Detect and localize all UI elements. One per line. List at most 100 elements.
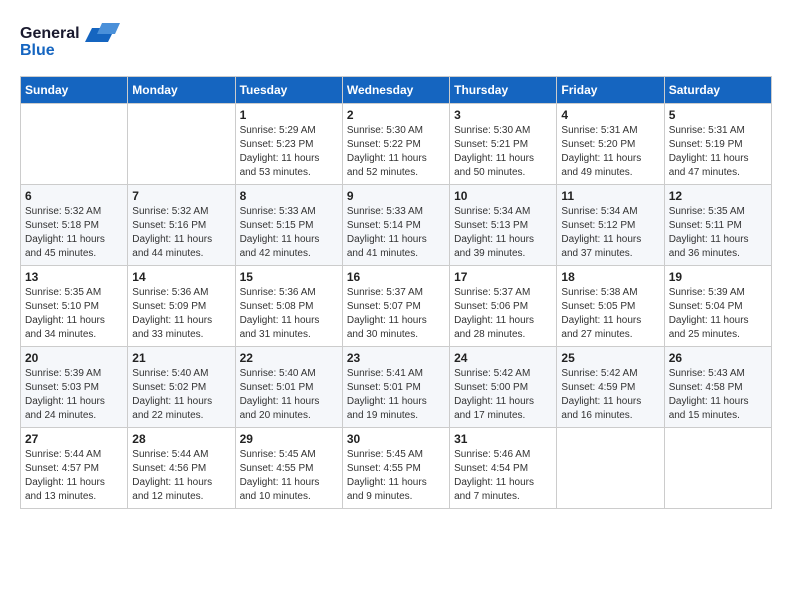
calendar-cell: 20 Sunrise: 5:39 AMSunset: 5:03 PMDayligh…	[21, 347, 128, 428]
calendar-cell: 13 Sunrise: 5:35 AMSunset: 5:10 PMDayligh…	[21, 266, 128, 347]
calendar-cell: 2 Sunrise: 5:30 AMSunset: 5:22 PMDaylight…	[342, 104, 449, 185]
day-info: Sunrise: 5:45 AMSunset: 4:55 PMDaylight:…	[347, 448, 445, 504]
calendar-table: SundayMondayTuesdayWednesdayThursdayFrid…	[20, 76, 772, 509]
day-info: Sunrise: 5:40 AMSunset: 5:02 PMDaylight:…	[132, 367, 230, 423]
calendar-cell	[557, 428, 664, 509]
calendar-cell: 16 Sunrise: 5:37 AMSunset: 5:07 PMDayligh…	[342, 266, 449, 347]
weekday-header-friday: Friday	[557, 77, 664, 104]
day-number: 19	[669, 270, 767, 284]
calendar-cell: 25Sunrise: 5:42 AMSunset: 4:59 PMDayligh…	[557, 347, 664, 428]
day-info: Sunrise: 5:34 AMSunset: 5:12 PMDaylight:…	[561, 205, 659, 261]
weekday-header-monday: Monday	[128, 77, 235, 104]
calendar-cell: 1 Sunrise: 5:29 AMSunset: 5:23 PMDaylight…	[235, 104, 342, 185]
day-number: 29	[240, 432, 338, 446]
calendar-cell: 17 Sunrise: 5:37 AMSunset: 5:06 PMDayligh…	[450, 266, 557, 347]
day-number: 4	[561, 108, 659, 122]
day-info: Sunrise: 5:42 AMSunset: 5:00 PMDaylight:…	[454, 367, 552, 423]
day-number: 24	[454, 351, 552, 365]
day-number: 25	[561, 351, 659, 365]
calendar-cell: 31Sunrise: 5:46 AMSunset: 4:54 PMDayligh…	[450, 428, 557, 509]
day-number: 15	[240, 270, 338, 284]
day-number: 6	[25, 189, 123, 203]
day-info: Sunrise: 5:41 AMSunset: 5:01 PMDaylight:…	[347, 367, 445, 423]
calendar-cell: 11 Sunrise: 5:34 AMSunset: 5:12 PMDayligh…	[557, 185, 664, 266]
weekday-header-tuesday: Tuesday	[235, 77, 342, 104]
day-number: 11	[561, 189, 659, 203]
weekday-header-wednesday: Wednesday	[342, 77, 449, 104]
calendar-cell: 27 Sunrise: 5:44 AMSunset: 4:57 PMDayligh…	[21, 428, 128, 509]
day-number: 16	[347, 270, 445, 284]
calendar-cell	[128, 104, 235, 185]
day-info: Sunrise: 5:40 AMSunset: 5:01 PMDaylight:…	[240, 367, 338, 423]
calendar-cell: 8Sunrise: 5:33 AMSunset: 5:15 PMDaylight…	[235, 185, 342, 266]
logo-svg: General Blue	[20, 20, 130, 60]
day-info: Sunrise: 5:30 AMSunset: 5:21 PMDaylight:…	[454, 124, 552, 180]
calendar-week-5: 27 Sunrise: 5:44 AMSunset: 4:57 PMDayligh…	[21, 428, 772, 509]
day-number: 20	[25, 351, 123, 365]
calendar-cell: 4 Sunrise: 5:31 AMSunset: 5:20 PMDaylight…	[557, 104, 664, 185]
day-info: Sunrise: 5:45 AMSunset: 4:55 PMDaylight:…	[240, 448, 338, 504]
calendar-cell: 6 Sunrise: 5:32 AMSunset: 5:18 PMDaylight…	[21, 185, 128, 266]
calendar-cell	[664, 428, 771, 509]
calendar-cell: 19 Sunrise: 5:39 AMSunset: 5:04 PMDayligh…	[664, 266, 771, 347]
day-info: Sunrise: 5:38 AMSunset: 5:05 PMDaylight:…	[561, 286, 659, 342]
weekday-header-thursday: Thursday	[450, 77, 557, 104]
day-info: Sunrise: 5:35 AMSunset: 5:11 PMDaylight:…	[669, 205, 767, 261]
svg-text:Blue: Blue	[20, 42, 55, 59]
weekday-header-row: SundayMondayTuesdayWednesdayThursdayFrid…	[21, 77, 772, 104]
calendar-week-3: 13 Sunrise: 5:35 AMSunset: 5:10 PMDayligh…	[21, 266, 772, 347]
day-info: Sunrise: 5:36 AMSunset: 5:08 PMDaylight:…	[240, 286, 338, 342]
calendar-cell: 21Sunrise: 5:40 AMSunset: 5:02 PMDayligh…	[128, 347, 235, 428]
day-info: Sunrise: 5:43 AMSunset: 4:58 PMDaylight:…	[669, 367, 767, 423]
day-info: Sunrise: 5:34 AMSunset: 5:13 PMDaylight:…	[454, 205, 552, 261]
day-info: Sunrise: 5:31 AMSunset: 5:20 PMDaylight:…	[561, 124, 659, 180]
calendar-cell: 30Sunrise: 5:45 AMSunset: 4:55 PMDayligh…	[342, 428, 449, 509]
day-info: Sunrise: 5:36 AMSunset: 5:09 PMDaylight:…	[132, 286, 230, 342]
svg-text:General: General	[20, 25, 80, 42]
day-info: Sunrise: 5:31 AMSunset: 5:19 PMDaylight:…	[669, 124, 767, 180]
day-info: Sunrise: 5:35 AMSunset: 5:10 PMDaylight:…	[25, 286, 123, 342]
day-number: 23	[347, 351, 445, 365]
calendar-cell: 23 Sunrise: 5:41 AMSunset: 5:01 PMDayligh…	[342, 347, 449, 428]
day-info: Sunrise: 5:37 AMSunset: 5:06 PMDaylight:…	[454, 286, 552, 342]
day-number: 13	[25, 270, 123, 284]
day-info: Sunrise: 5:44 AMSunset: 4:56 PMDaylight:…	[132, 448, 230, 504]
calendar-cell: 7Sunrise: 5:32 AMSunset: 5:16 PMDaylight…	[128, 185, 235, 266]
calendar-cell: 22 Sunrise: 5:40 AMSunset: 5:01 PMDayligh…	[235, 347, 342, 428]
day-info: Sunrise: 5:37 AMSunset: 5:07 PMDaylight:…	[347, 286, 445, 342]
day-number: 17	[454, 270, 552, 284]
day-number: 22	[240, 351, 338, 365]
day-number: 27	[25, 432, 123, 446]
calendar-week-2: 6 Sunrise: 5:32 AMSunset: 5:18 PMDaylight…	[21, 185, 772, 266]
day-info: Sunrise: 5:30 AMSunset: 5:22 PMDaylight:…	[347, 124, 445, 180]
day-number: 1	[240, 108, 338, 122]
calendar-cell: 9Sunrise: 5:33 AMSunset: 5:14 PMDaylight…	[342, 185, 449, 266]
day-info: Sunrise: 5:46 AMSunset: 4:54 PMDaylight:…	[454, 448, 552, 504]
calendar-cell: 24 Sunrise: 5:42 AMSunset: 5:00 PMDayligh…	[450, 347, 557, 428]
day-info: Sunrise: 5:44 AMSunset: 4:57 PMDaylight:…	[25, 448, 123, 504]
day-info: Sunrise: 5:32 AMSunset: 5:16 PMDaylight:…	[132, 205, 230, 261]
weekday-header-saturday: Saturday	[664, 77, 771, 104]
day-number: 14	[132, 270, 230, 284]
calendar-cell: 12 Sunrise: 5:35 AMSunset: 5:11 PMDayligh…	[664, 185, 771, 266]
day-info: Sunrise: 5:29 AMSunset: 5:23 PMDaylight:…	[240, 124, 338, 180]
calendar-cell: 29 Sunrise: 5:45 AMSunset: 4:55 PMDayligh…	[235, 428, 342, 509]
calendar-cell: 10Sunrise: 5:34 AMSunset: 5:13 PMDayligh…	[450, 185, 557, 266]
day-number: 3	[454, 108, 552, 122]
day-info: Sunrise: 5:32 AMSunset: 5:18 PMDaylight:…	[25, 205, 123, 261]
day-number: 2	[347, 108, 445, 122]
calendar-cell: 18Sunrise: 5:38 AMSunset: 5:05 PMDayligh…	[557, 266, 664, 347]
calendar-cell: 15 Sunrise: 5:36 AMSunset: 5:08 PMDayligh…	[235, 266, 342, 347]
day-number: 12	[669, 189, 767, 203]
calendar-cell: 26Sunrise: 5:43 AMSunset: 4:58 PMDayligh…	[664, 347, 771, 428]
logo: General Blue	[20, 20, 130, 60]
calendar-cell: 5 Sunrise: 5:31 AMSunset: 5:19 PMDaylight…	[664, 104, 771, 185]
day-info: Sunrise: 5:39 AMSunset: 5:03 PMDaylight:…	[25, 367, 123, 423]
day-info: Sunrise: 5:39 AMSunset: 5:04 PMDaylight:…	[669, 286, 767, 342]
day-number: 8	[240, 189, 338, 203]
calendar-cell	[21, 104, 128, 185]
day-number: 5	[669, 108, 767, 122]
day-info: Sunrise: 5:33 AMSunset: 5:14 PMDaylight:…	[347, 205, 445, 261]
calendar-week-1: 1 Sunrise: 5:29 AMSunset: 5:23 PMDaylight…	[21, 104, 772, 185]
day-number: 28	[132, 432, 230, 446]
